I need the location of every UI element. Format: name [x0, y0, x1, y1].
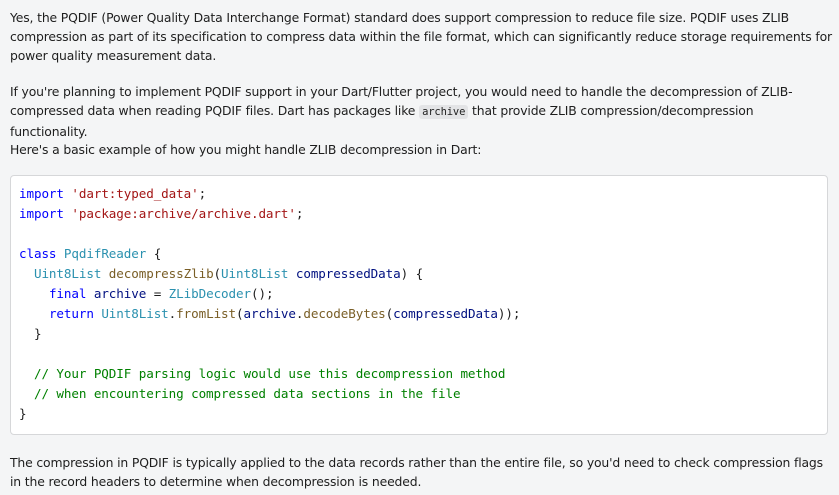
chat-response: Yes, the PQDIF (Power Quality Data Inter…	[0, 0, 839, 495]
keyword: final	[48, 286, 87, 301]
code-block[interactable]: import 'dart:typed_data'; import 'package…	[10, 175, 828, 435]
parameter-name: compressedData	[393, 306, 498, 321]
code-line-8: }	[19, 326, 42, 341]
code-line-12: }	[19, 406, 27, 421]
code-line-6: final archive = ZLibDecoder();	[19, 284, 520, 304]
code-line-5: Uint8List decompressZlib(Uint8List compr…	[19, 264, 520, 284]
parameter-name: compressedData	[295, 266, 401, 281]
code-line-10: // Your PQDIF parsing logic would use th…	[19, 364, 520, 384]
punctuation: (	[213, 266, 222, 281]
keyword: class	[19, 246, 57, 261]
code-line-7: return Uint8List.fromList(archive.decode…	[19, 304, 521, 324]
code-line-11: // when encountering compressed data sec…	[19, 384, 520, 404]
conclusion-paragraph: The compression in PQDIF is typically ap…	[10, 455, 823, 489]
punctuation: ();	[250, 286, 274, 301]
class-name: ZLibDecoder	[168, 286, 251, 301]
function-name: decompressZlib	[108, 266, 214, 281]
class-name: Uint8List	[101, 306, 169, 321]
punctuation: ;	[198, 186, 207, 201]
example-intro-paragraph: Here's a basic example of how you might …	[10, 142, 482, 157]
punctuation: ) {	[400, 266, 424, 281]
function-name: decodeBytes	[303, 306, 386, 321]
type-name: Uint8List	[33, 266, 102, 281]
function-name: fromList	[176, 306, 237, 321]
support-paragraph: If you're planning to implement PQDIF su…	[10, 82, 832, 141]
keyword: import	[19, 186, 64, 201]
class-name: PqdifReader	[63, 246, 147, 261]
intro-paragraph: Yes, the PQDIF (Power Quality Data Inter…	[10, 10, 832, 63]
code-comment: // when encountering compressed data sec…	[33, 386, 461, 401]
operator: =	[146, 286, 169, 301]
variable-name: archive	[243, 306, 296, 321]
punctuation: ;	[295, 206, 304, 221]
keyword: import	[19, 206, 64, 221]
type-name: Uint8List	[221, 266, 289, 281]
string-literal: 'dart:typed_data'	[71, 186, 199, 201]
punctuation: ));	[497, 306, 521, 321]
variable-name: archive	[93, 286, 147, 301]
code-content[interactable]: import 'dart:typed_data'; import 'package…	[19, 184, 520, 424]
code-line-4: class PqdifReader {	[19, 244, 520, 264]
inline-code-archive: archive	[419, 105, 469, 119]
code-comment: // Your PQDIF parsing logic would use th…	[33, 366, 506, 381]
code-line-1: import 'dart:typed_data';	[19, 184, 520, 204]
string-literal: 'package:archive/archive.dart'	[71, 206, 296, 221]
punctuation: (	[236, 306, 244, 321]
code-line-2: import 'package:archive/archive.dart';	[19, 204, 520, 224]
keyword: return	[48, 306, 94, 321]
punctuation: {	[146, 246, 162, 261]
